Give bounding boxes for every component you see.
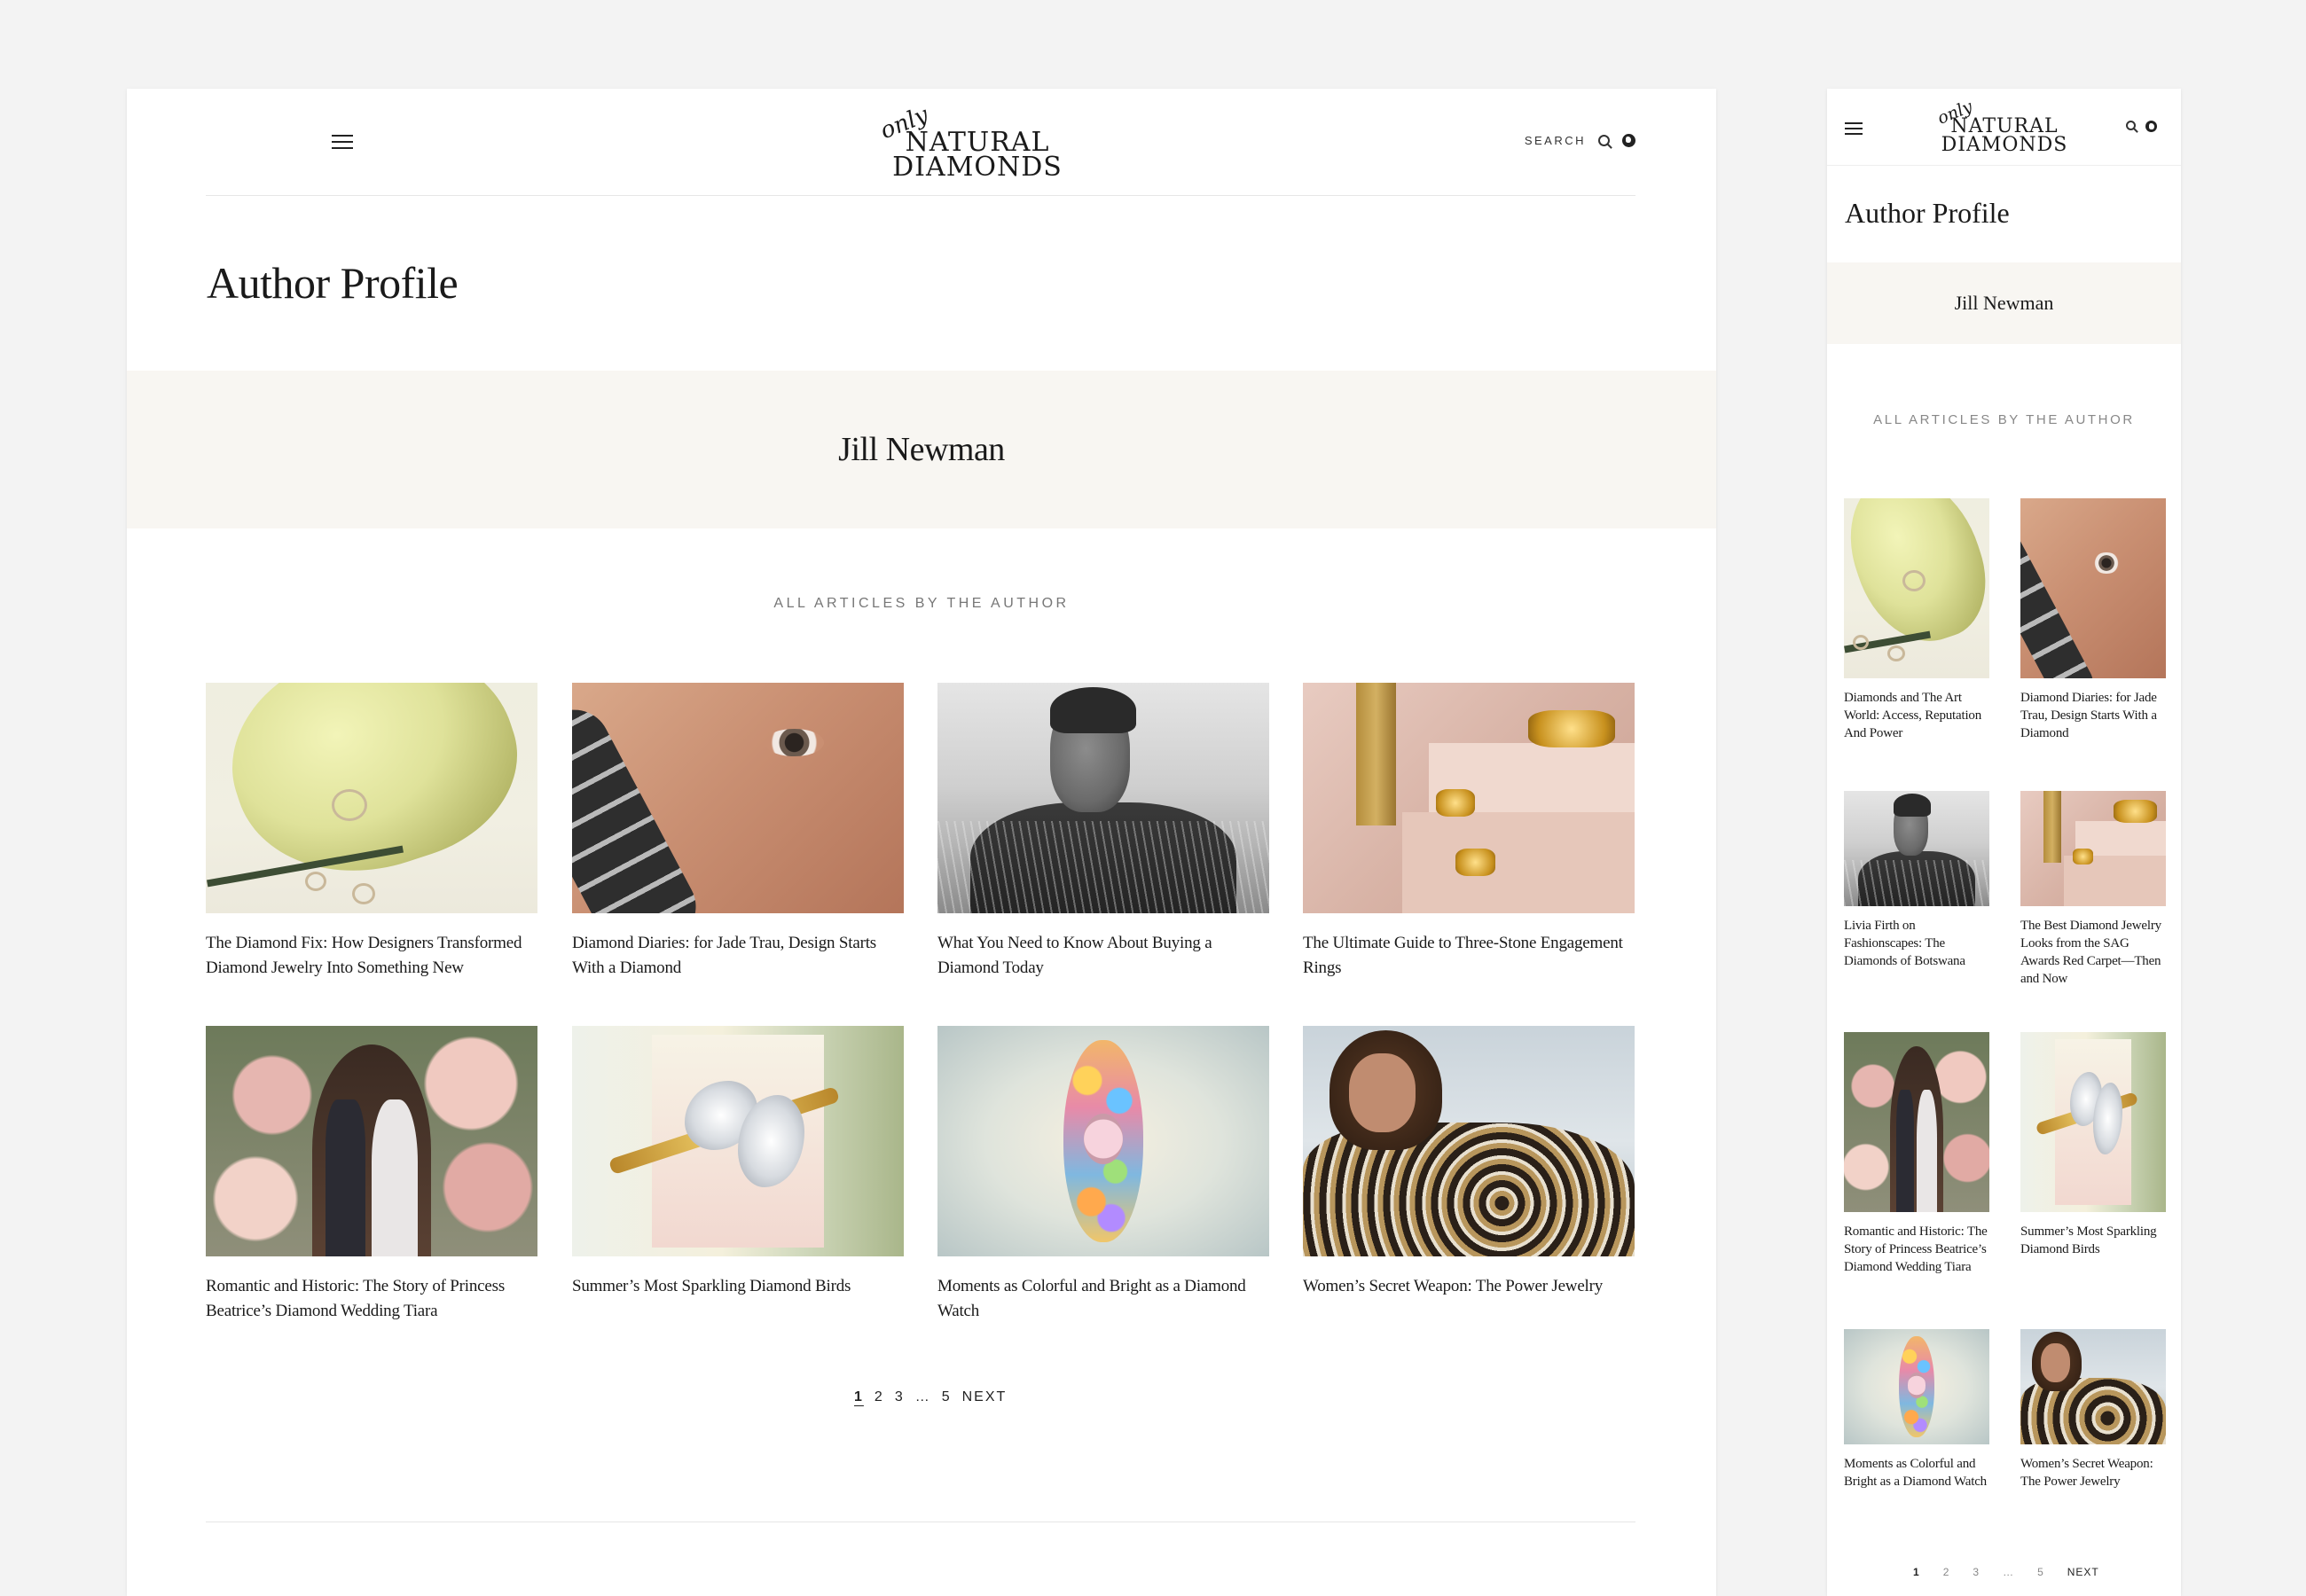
article-card[interactable]: The Best Diamond Jewelry Looks from the … [2020, 791, 2166, 988]
article-title[interactable]: Livia Firth on Fashionscapes: The Diamon… [1844, 917, 1989, 970]
article-thumbnail[interactable] [206, 1026, 537, 1256]
mobile-view: only NATURAL DIAMONDS Author Profile Jil… [1827, 89, 2181, 1596]
next-page-link[interactable]: NEXT [962, 1389, 1008, 1405]
site-logo[interactable]: only NATURAL DIAMONDS [876, 102, 1075, 184]
page-5-link[interactable]: 5 [942, 1389, 952, 1405]
author-band: Jill Newman [1827, 262, 2181, 344]
article-thumbnail[interactable] [206, 683, 537, 913]
article-thumbnail[interactable] [1303, 1026, 1635, 1256]
article-card[interactable]: Summer’s Most Sparkling Diamond Birds [572, 1026, 904, 1299]
article-title[interactable]: What You Need to Know About Buying a Dia… [937, 931, 1269, 981]
desktop-view: only NATURAL DIAMONDS SEARCH Author Prof… [127, 89, 1716, 1596]
article-card[interactable]: Diamond Diaries: for Jade Trau, Design S… [2020, 498, 2166, 742]
article-title[interactable]: Summer’s Most Sparkling Diamond Birds [572, 1274, 904, 1299]
article-thumbnail[interactable] [572, 683, 904, 913]
search-icon[interactable] [1598, 135, 1610, 146]
article-card[interactable]: The Diamond Fix: How Designers Transform… [206, 683, 537, 981]
article-thumbnail[interactable] [1844, 791, 1989, 906]
article-title[interactable]: The Best Diamond Jewelry Looks from the … [2020, 917, 2166, 988]
page-1-link[interactable]: 1 [1913, 1566, 1920, 1578]
search-icon[interactable] [2126, 121, 2136, 130]
article-title[interactable]: Diamonds and The Art World: Access, Repu… [1844, 689, 1989, 742]
author-band: Jill Newman [127, 371, 1716, 528]
page-2-link[interactable]: 2 [875, 1389, 884, 1405]
article-card[interactable]: Moments as Colorful and Bright as a Diam… [1844, 1329, 1989, 1490]
article-title[interactable]: Moments as Colorful and Bright as a Diam… [1844, 1455, 1989, 1490]
hamburger-menu-icon[interactable] [1845, 122, 1863, 139]
article-title[interactable]: Diamond Diaries: for Jade Trau, Design S… [572, 931, 904, 981]
article-thumbnail[interactable] [1844, 1032, 1989, 1212]
article-card[interactable]: Diamond Diaries: for Jade Trau, Design S… [572, 683, 904, 981]
article-card[interactable]: Romantic and Historic: The Story of Prin… [1844, 1032, 1989, 1276]
article-card[interactable]: What You Need to Know About Buying a Dia… [937, 683, 1269, 981]
article-title[interactable]: Women’s Secret Weapon: The Power Jewelry [2020, 1455, 2166, 1490]
globe-icon[interactable] [1622, 134, 1635, 147]
article-thumbnail[interactable] [2020, 498, 2166, 678]
page-ellipsis: … [914, 1389, 931, 1404]
page-3-link[interactable]: 3 [1973, 1566, 1980, 1578]
article-title[interactable]: Romantic and Historic: The Story of Prin… [1844, 1223, 1989, 1276]
article-card[interactable]: Summer’s Most Sparkling Diamond Birds [2020, 1032, 2166, 1258]
article-thumbnail[interactable] [937, 1026, 1269, 1256]
article-thumbnail[interactable] [1303, 683, 1635, 913]
logo-diamonds: DIAMONDS [892, 152, 1063, 183]
logo-diamonds: DIAMONDS [1941, 134, 2068, 156]
article-card[interactable]: Women’s Secret Weapon: The Power Jewelry [2020, 1329, 2166, 1490]
article-card[interactable]: Diamonds and The Art World: Access, Repu… [1844, 498, 1989, 742]
article-thumbnail[interactable] [937, 683, 1269, 913]
article-thumbnail[interactable] [1844, 1329, 1989, 1444]
article-thumbnail[interactable] [2020, 1032, 2166, 1212]
page-5-link[interactable]: 5 [2037, 1566, 2044, 1578]
page-1-link[interactable]: 1 [854, 1389, 864, 1405]
mobile-header: only NATURAL DIAMONDS [1827, 89, 2181, 166]
article-card[interactable]: Women’s Secret Weapon: The Power Jewelry [1303, 1026, 1635, 1299]
article-card[interactable]: The Ultimate Guide to Three-Stone Engage… [1303, 683, 1635, 981]
article-card[interactable]: Livia Firth on Fashionscapes: The Diamon… [1844, 791, 1989, 970]
article-title[interactable]: The Diamond Fix: How Designers Transform… [206, 931, 537, 981]
search-label[interactable]: SEARCH [1525, 134, 1586, 147]
article-card[interactable]: Moments as Colorful and Bright as a Diam… [937, 1026, 1269, 1324]
site-logo[interactable]: only NATURAL DIAMONDS [1933, 97, 2075, 160]
article-thumbnail[interactable] [1844, 498, 1989, 678]
article-title[interactable]: Diamond Diaries: for Jade Trau, Design S… [2020, 689, 2166, 742]
next-page-link[interactable]: NEXT [2067, 1566, 2099, 1578]
article-title[interactable]: Moments as Colorful and Bright as a Diam… [937, 1274, 1269, 1324]
article-title[interactable]: Women’s Secret Weapon: The Power Jewelry [1303, 1274, 1635, 1299]
pagination: 1 2 3 … 5 NEXT [1913, 1566, 2099, 1578]
author-name: Jill Newman [838, 431, 1005, 468]
author-name: Jill Newman [1954, 292, 2054, 314]
section-label: ALL ARTICLES BY THE AUTHOR [1873, 412, 2135, 427]
header-search[interactable]: SEARCH [1525, 134, 1635, 147]
article-title[interactable]: Romantic and Historic: The Story of Prin… [206, 1274, 537, 1324]
page-ellipsis: … [2003, 1566, 2015, 1578]
article-thumbnail[interactable] [2020, 1329, 2166, 1444]
article-title[interactable]: Summer’s Most Sparkling Diamond Birds [2020, 1223, 2166, 1258]
article-title[interactable]: The Ultimate Guide to Three-Stone Engage… [1303, 931, 1635, 981]
page-3-link[interactable]: 3 [895, 1389, 905, 1405]
hamburger-menu-icon[interactable] [332, 135, 353, 153]
article-thumbnail[interactable] [572, 1026, 904, 1256]
pagination: 1 2 3 … 5 NEXT [854, 1389, 1007, 1405]
page-2-link[interactable]: 2 [1943, 1566, 1950, 1578]
site-header: only NATURAL DIAMONDS SEARCH [206, 89, 1635, 196]
section-label: ALL ARTICLES BY THE AUTHOR [773, 596, 1070, 611]
article-thumbnail[interactable] [2020, 791, 2166, 906]
article-card[interactable]: Romantic and Historic: The Story of Prin… [206, 1026, 537, 1324]
page-title: Author Profile [207, 258, 459, 308]
globe-icon[interactable] [2145, 121, 2157, 132]
page-title: Author Profile [1845, 197, 2010, 229]
